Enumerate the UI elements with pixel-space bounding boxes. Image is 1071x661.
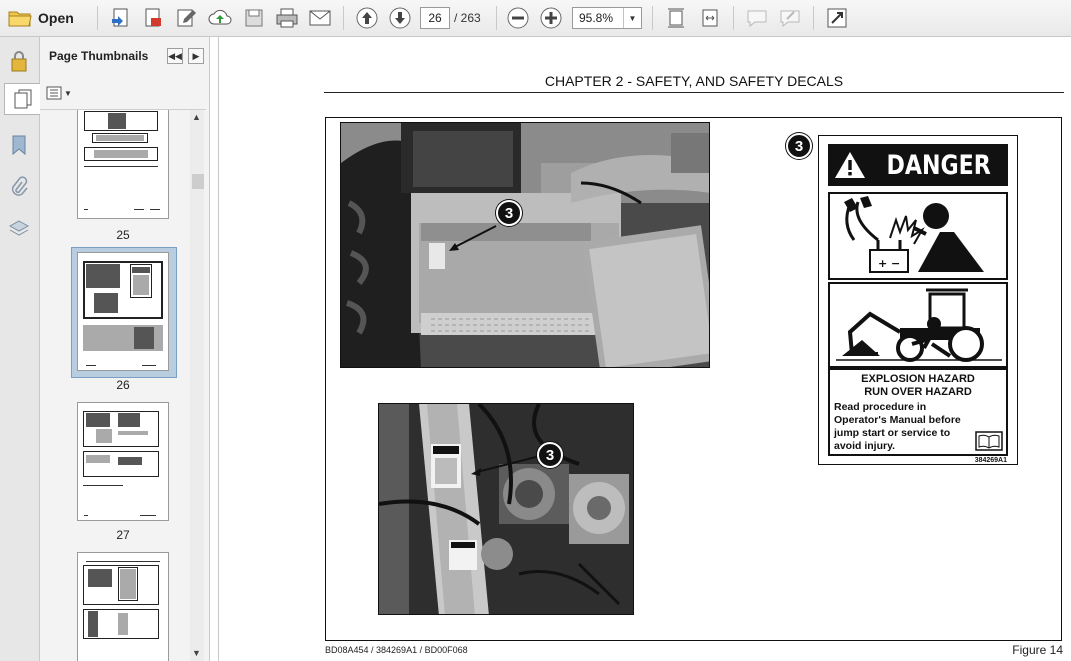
previous-page-icon[interactable] [354, 5, 380, 31]
zoom-value: 95.8% [579, 11, 614, 25]
zoom-out-icon[interactable] [505, 5, 531, 31]
callout-marker: 3 [496, 200, 522, 226]
collapse-panel-icon[interactable]: ◀◀ [167, 48, 183, 64]
thumbnails-title: Page Thumbnails [49, 49, 149, 63]
page-total-label: / 263 [454, 11, 481, 25]
document-view[interactable]: CHAPTER 2 - SAFETY, AND SAFETY DECALS 3 … [218, 37, 1071, 661]
hazard-line-2: RUN OVER HAZARD [864, 386, 972, 398]
thumbnail-page-27[interactable] [77, 402, 169, 521]
thumbnail-label: 25 [116, 228, 130, 242]
callout-marker: 3 [786, 133, 812, 159]
create-pdf-icon[interactable] [108, 5, 134, 31]
sign-icon[interactable] [777, 5, 803, 31]
save-icon[interactable] [241, 5, 267, 31]
thumbnails-panel: Page Thumbnails ◀◀ ▶ ▼ 25 26 27 ▲ ▼ [40, 37, 210, 661]
toolbar-separator [733, 6, 734, 30]
folder-icon [8, 8, 32, 28]
engine-compartment-photo: 3 [378, 403, 634, 615]
danger-header: DANGER [828, 144, 1008, 186]
hazard-line-1: EXPLOSION HAZARD [861, 373, 975, 385]
thumbnail-label: 26 [116, 378, 130, 392]
email-icon[interactable] [306, 5, 334, 31]
next-page-icon[interactable] [387, 5, 413, 31]
open-label: Open [38, 10, 74, 26]
expand-panel-icon[interactable]: ▶ [188, 48, 204, 64]
run-over-pictogram [828, 282, 1008, 368]
figure-codes: BD08A454 / 384269A1 / BD00F068 [325, 645, 468, 655]
signal-word: DANGER [886, 149, 992, 181]
toolbar-separator [97, 6, 98, 30]
chevron-down-icon[interactable]: ▼ [623, 8, 641, 28]
thumbnail-page-25[interactable] [77, 110, 169, 219]
chevron-up-icon[interactable]: ▲ [192, 112, 201, 122]
thumbnail-label: 27 [116, 528, 130, 542]
thumbnail-scrollbar[interactable]: ▲ ▼ [190, 110, 204, 661]
header-rule [324, 92, 1064, 93]
chevron-down-icon: ▼ [64, 88, 72, 98]
edit-pdf-icon[interactable] [173, 5, 199, 31]
thumbnail-list[interactable]: 25 26 27 ▲ ▼ [40, 109, 206, 661]
attachment-icon[interactable] [4, 171, 34, 203]
open-button[interactable]: Open [4, 5, 82, 31]
page-number-input[interactable] [420, 7, 450, 29]
thumbnail-page-26[interactable] [77, 252, 169, 371]
scrollbar-thumb[interactable] [192, 174, 204, 189]
cloud-upload-icon[interactable] [206, 5, 234, 31]
warning-triangle-icon [835, 152, 866, 178]
lock-icon[interactable] [4, 45, 34, 77]
figure-label: Figure 14 [1012, 643, 1063, 657]
fit-width-icon[interactable] [697, 5, 723, 31]
bookmark-icon[interactable] [4, 129, 34, 161]
toolbar-separator [496, 6, 497, 30]
navigation-rail [0, 37, 40, 661]
svg-text:+ −: + − [878, 257, 900, 270]
page-thumbnails-icon[interactable] [4, 83, 40, 115]
callout-marker: 3 [537, 442, 563, 468]
fit-page-icon[interactable] [663, 5, 689, 31]
toolbar-separator [343, 6, 344, 30]
decal-part-number: 384269A1 [974, 457, 1007, 464]
thumbnails-header: Page Thumbnails ◀◀ ▶ [40, 37, 210, 77]
layers-icon[interactable] [4, 213, 34, 245]
warning-text-box: EXPLOSION HAZARD RUN OVER HAZARD Read pr… [828, 368, 1008, 456]
list-options-icon [46, 86, 62, 100]
toolbar: Open / 263 [0, 0, 1071, 37]
chapter-title: CHAPTER 2 - SAFETY, AND SAFETY DECALS [544, 73, 844, 89]
pdf-viewer-window: Open / 263 [0, 0, 1071, 661]
comment-icon[interactable] [744, 5, 770, 31]
battery-compartment-photo: 3 [340, 122, 710, 368]
print-icon[interactable] [273, 5, 301, 31]
toolbar-separator [652, 6, 653, 30]
chevron-down-icon[interactable]: ▼ [192, 648, 201, 658]
toolbar-separator [813, 6, 814, 30]
export-pdf-icon[interactable] [140, 5, 166, 31]
thumbnail-options-button[interactable]: ▼ [46, 83, 74, 103]
zoom-in-icon[interactable] [538, 5, 564, 31]
thumbnail-page-28[interactable] [77, 552, 169, 661]
battery-explosion-pictogram: + − [828, 192, 1008, 280]
operators-manual-icon [975, 431, 1003, 451]
danger-decal: DANGER + − EXPLOSION HAZARD RUN OVER HAZ… [818, 135, 1018, 465]
zoom-select[interactable]: 95.8% ▼ [572, 7, 642, 29]
fullscreen-icon[interactable] [824, 5, 850, 31]
